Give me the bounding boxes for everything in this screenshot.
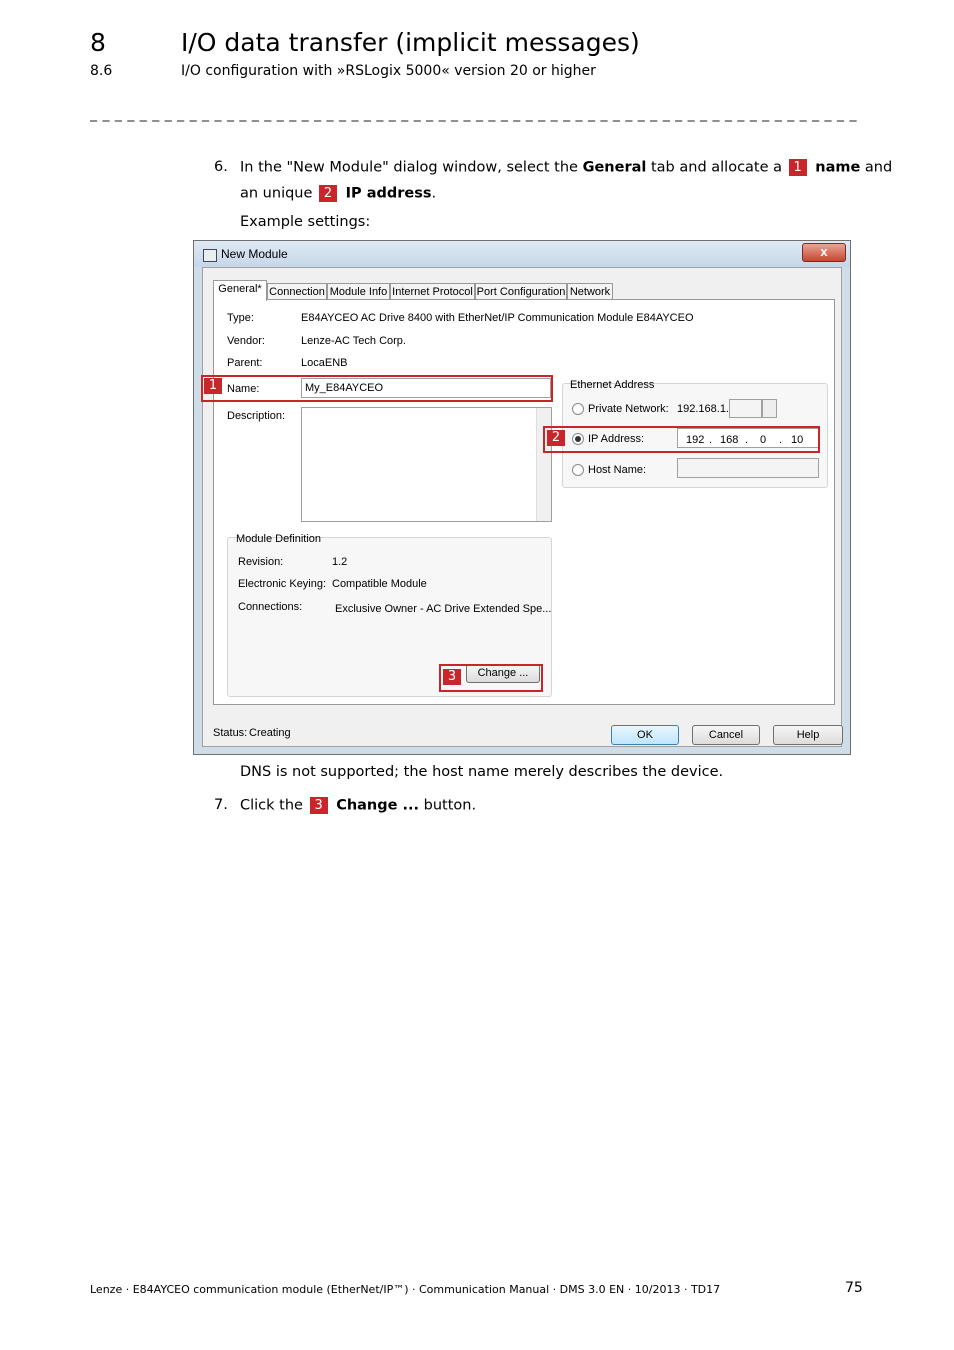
tab-internet-protocol[interactable]: Internet Protocol [390,283,475,300]
step-6-text: In the "New Module" dialog window, selec… [240,159,583,176]
step-7-text: button. [419,797,477,814]
parent-label: Parent: [227,357,263,369]
step-6-text: and [860,159,893,176]
chapter-title: I/O data transfer (implicit messages) [181,28,640,57]
general-tab-panel: Type: E84AYCEO AC Drive 8400 with EtherN… [213,299,835,705]
private-network-label: Private Network: [588,403,669,415]
step-7-text: Click the [240,797,308,814]
description-scrollbar[interactable] [536,408,551,521]
vendor-label: Vendor: [227,335,265,347]
cancel-button[interactable]: Cancel [692,725,760,745]
help-button[interactable]: Help [773,725,843,745]
connections-value: Exclusive Owner - AC Drive Extended Spe.… [335,603,552,615]
example-settings-label: Example settings: [240,214,371,230]
ip-address-ref: IP address [345,185,432,202]
tab-port-configuration[interactable]: Port Configuration [475,283,567,300]
dns-note: DNS is not supported; the host name mere… [240,764,724,780]
dialog-title: New Module [221,247,288,261]
marker-1: 1 [204,378,222,394]
tab-network[interactable]: Network [567,283,613,300]
parent-value: LocaENB [301,357,348,369]
header-separator: _ _ _ _ _ _ _ _ _ _ _ _ _ _ _ _ _ _ _ _ … [90,106,860,122]
description-textarea[interactable] [301,407,552,522]
status-label: Status: [213,727,248,739]
step-6-line-1: In the "New Module" dialog window, selec… [240,159,892,176]
change-button-ref: Change ... [336,797,420,814]
host-name-label: Host Name: [588,464,647,476]
vendor-value: Lenze-AC Tech Corp. [301,335,406,347]
ok-button[interactable]: OK [611,725,679,745]
marker-2: 2 [547,430,565,446]
spinner-arrows-icon[interactable] [762,399,777,418]
revision-label: Revision: [238,556,284,568]
electronic-keying-value: Compatible Module [332,578,427,590]
tab-module-info[interactable]: Module Info [327,283,390,300]
step-6-text: tab and allocate a [646,159,787,176]
private-network-prefix: 192.168.1. [677,403,729,415]
private-network-spinner[interactable] [729,399,762,418]
step-6-text: an unique [240,185,318,202]
section-title: I/O configuration with »RSLogix 5000« ve… [181,63,596,79]
host-name-input[interactable] [677,458,819,478]
ethernet-address-group-label: Ethernet Address [570,379,655,391]
footer-text: Lenze · E84AYCEO communication module (E… [90,1283,721,1296]
marker-badge-3: 3 [309,797,328,814]
dialog-titlebar: New Module x [194,241,850,267]
ip-address-highlight-box [543,426,820,453]
connections-label: Connections: [238,601,303,613]
name-highlight-box [201,375,553,402]
module-definition-group-label: Module Definition [236,533,321,545]
name-ref: name [815,159,861,176]
private-network-radio[interactable] [572,403,584,415]
description-label: Description: [227,410,286,422]
new-module-dialog: New Module x General* Connection Module … [193,240,851,755]
chapter-number: 8 [90,28,106,57]
revision-value: 1.2 [332,556,348,568]
status-value: Creating [249,727,291,739]
page-number: 75 [845,1280,863,1296]
marker-badge-1: 1 [788,159,807,176]
step-6-number: 6. [214,159,228,175]
type-label: Type: [227,312,254,324]
marker-badge-2: 2 [319,185,338,202]
general-tab-ref: General [582,159,647,176]
step-7-line: Click the 3 Change ... button. [240,797,476,814]
section-number: 8.6 [90,63,113,79]
step-7-number: 7. [214,797,228,813]
step-6-text: . [431,185,437,202]
marker-3: 3 [443,669,461,685]
host-name-radio[interactable] [572,464,584,476]
close-button[interactable]: x [802,243,846,262]
window-icon [203,249,217,262]
tab-connection[interactable]: Connection [267,283,327,300]
tab-general[interactable]: General* [213,280,267,301]
electronic-keying-label: Electronic Keying: [238,578,327,590]
step-6-line-2: an unique 2 IP address. [240,185,436,202]
type-value: E84AYCEO AC Drive 8400 with EtherNet/IP … [301,312,694,324]
